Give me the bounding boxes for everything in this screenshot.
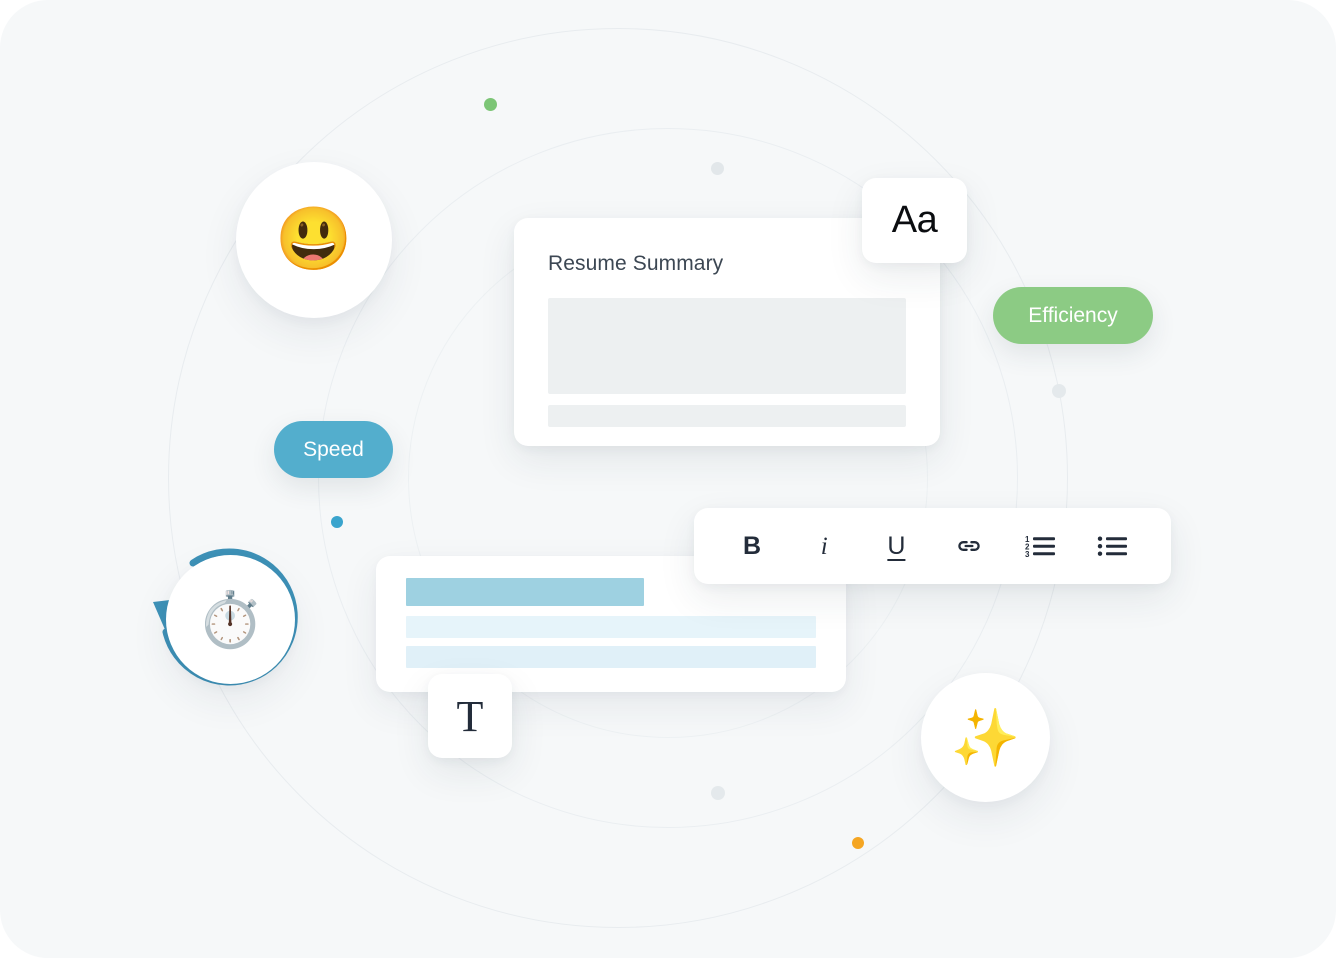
italic-label: i	[820, 532, 828, 560]
orbit-dot-grey-3	[711, 786, 725, 800]
efficiency-pill[interactable]: Efficiency	[993, 287, 1153, 344]
grinning-face-icon: 😃	[275, 205, 353, 274]
stopwatch-bubble: ⏱️	[166, 555, 295, 684]
text-style-tile[interactable]: T	[428, 674, 512, 758]
link-glyph	[957, 541, 980, 551]
bullet-list-glyph	[1097, 536, 1127, 556]
numbered-list-glyph: 1 2 3	[1025, 535, 1055, 559]
resume-placeholder-block	[548, 298, 906, 394]
document-text-bar	[406, 646, 816, 668]
font-size-tile[interactable]: Aa	[862, 178, 967, 263]
stopwatch-icon: ⏱️	[196, 589, 265, 650]
underline-label: U	[887, 531, 906, 560]
numbered-list-icon[interactable]: 1 2 3	[1017, 522, 1065, 570]
svg-text:3: 3	[1025, 550, 1030, 559]
font-size-tile-label: Aa	[891, 199, 938, 241]
bold-label: B	[743, 531, 762, 560]
grinning-face-bubble: 😃	[236, 162, 392, 318]
orbit-dot-grey-1	[710, 161, 724, 175]
link-icon[interactable]	[945, 522, 993, 570]
formatting-toolbar: B i U 1 2 3	[694, 508, 1171, 584]
sparkles-icon: ✨	[950, 705, 1021, 769]
bullet-list-icon[interactable]	[1089, 522, 1137, 570]
orbit-dot-grey-2	[1052, 384, 1066, 398]
speed-pill[interactable]: Speed	[274, 421, 393, 478]
document-heading-bar	[406, 578, 644, 606]
orbit-dot-blue	[331, 516, 343, 528]
illustration-scene: Resume Summary Aa Efficiency Speed 😃 ⏱️ …	[0, 0, 1336, 958]
efficiency-pill-label: Efficiency	[1028, 303, 1118, 327]
orbit-dot-green	[483, 97, 497, 111]
resume-summary-title: Resume Summary	[548, 252, 724, 275]
underline-icon[interactable]: U	[872, 522, 920, 570]
resume-placeholder-line	[548, 405, 906, 427]
speed-pill-label: Speed	[303, 437, 364, 461]
italic-icon[interactable]: i	[800, 522, 848, 570]
bold-icon[interactable]: B	[728, 522, 776, 570]
sparkles-bubble: ✨	[921, 673, 1050, 802]
text-style-tile-label: T	[456, 691, 484, 741]
document-text-bar	[406, 616, 816, 638]
orbit-dot-orange	[852, 837, 864, 849]
